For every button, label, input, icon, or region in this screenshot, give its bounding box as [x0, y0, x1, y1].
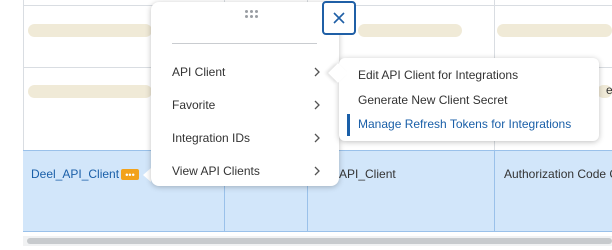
submenu-item-manage-refresh-tokens[interactable]: Manage Refresh Tokens for Integrations [339, 112, 599, 136]
submenu-item-label: Generate New Client Secret [358, 93, 508, 107]
submenu-item-label: Manage Refresh Tokens for Integrations [358, 117, 572, 131]
api-client-name-link[interactable]: Deel_API_Client [31, 167, 119, 181]
chevron-right-icon [314, 100, 320, 110]
menu-item-api-client[interactable]: API Client [151, 57, 339, 87]
close-icon [333, 12, 345, 24]
loading-placeholder [497, 24, 612, 37]
submenu-item-edit-api-client[interactable]: Edit API Client for Integrations [339, 63, 599, 87]
menu-item-label: API Client [172, 65, 226, 79]
more-icon: ••• [125, 169, 135, 180]
menu-item-view-api-clients[interactable]: View API Clients [151, 156, 339, 186]
loading-placeholder [28, 24, 152, 37]
client-name-cell: API_Client [339, 167, 396, 181]
menu-item-favorite[interactable]: Favorite [151, 90, 339, 120]
horizontal-scrollbar-thumb[interactable] [27, 238, 612, 244]
submenu-item-label: Edit API Client for Integrations [358, 68, 519, 82]
grid-line [494, 150, 495, 232]
related-actions-menu: API Client Favorite Integration IDs View… [151, 2, 339, 186]
menu-item-label: View API Clients [172, 164, 260, 178]
grant-type-cell: Authorization Code G [504, 167, 612, 181]
api-client-submenu: Edit API Client for Integrations Generat… [339, 58, 599, 141]
chevron-right-icon [314, 67, 320, 77]
menu-item-integration-ids[interactable]: Integration IDs [151, 123, 339, 153]
menu-pointer [143, 168, 151, 182]
active-indicator [347, 114, 350, 136]
drag-handle-icon[interactable] [245, 10, 261, 22]
chevron-right-icon [314, 133, 320, 143]
menu-item-label: Integration IDs [172, 131, 251, 145]
loading-placeholder [28, 85, 152, 98]
submenu-item-generate-client-secret[interactable]: Generate New Client Secret [339, 88, 599, 112]
truncated-cell-text: e [606, 83, 612, 97]
menu-divider [172, 43, 317, 44]
related-actions-button[interactable]: ••• [121, 169, 139, 180]
close-menu-button[interactable] [322, 1, 356, 35]
menu-item-label: Favorite [172, 98, 216, 112]
loading-placeholder [358, 24, 462, 37]
chevron-right-icon [314, 166, 320, 176]
